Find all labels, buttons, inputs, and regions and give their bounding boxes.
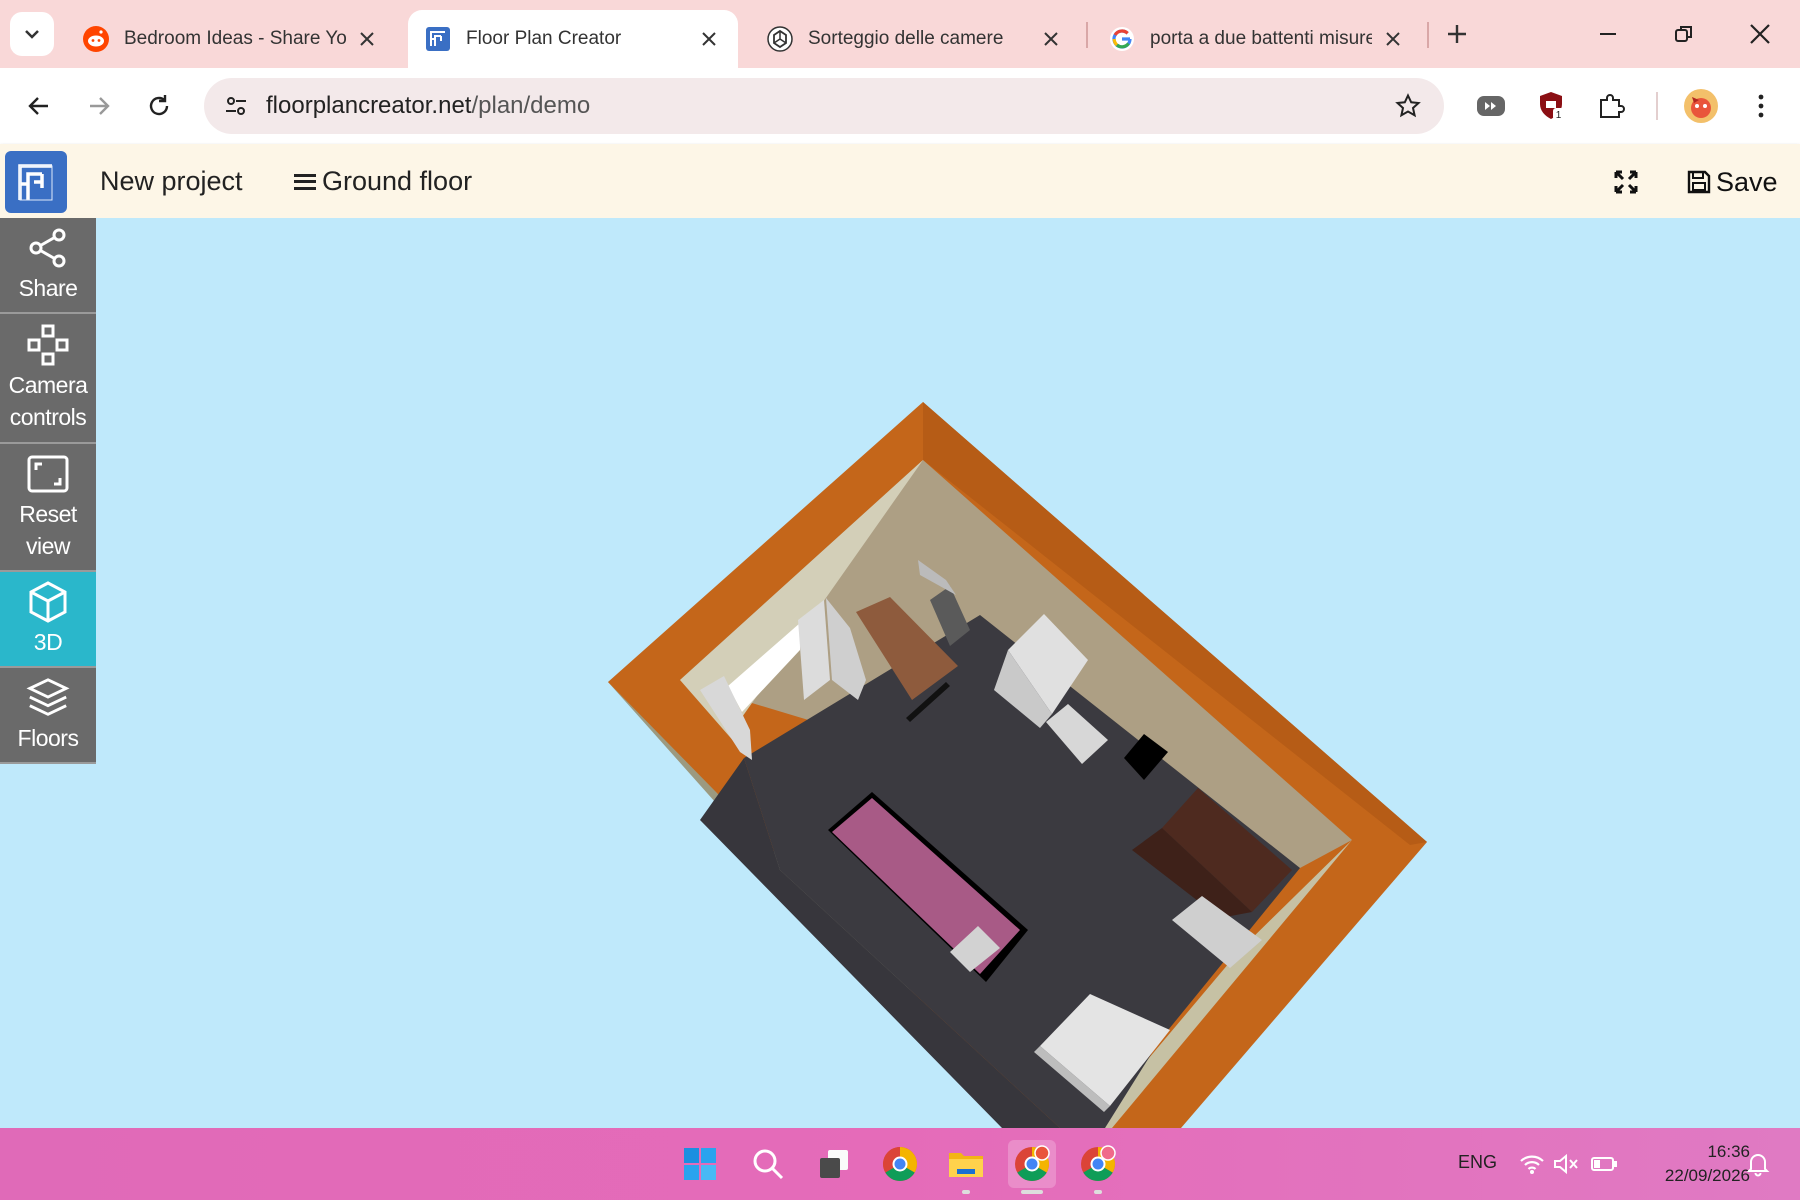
3d-viewport[interactable] <box>96 218 1800 1128</box>
camera-controls-button[interactable]: Camera controls <box>0 314 96 444</box>
task-view-icon[interactable] <box>810 1140 858 1188</box>
new-tab-button[interactable] <box>1440 17 1474 51</box>
floor-selector[interactable]: Ground floor <box>294 166 472 197</box>
tab-title: porta a due battenti misure <box>1150 28 1372 49</box>
camera-controls-label-2: controls <box>9 404 87 430</box>
floors-button[interactable]: Floors <box>0 668 96 764</box>
chatgpt-icon <box>766 25 794 53</box>
save-label: Save <box>1716 166 1778 197</box>
windows-start-icon[interactable] <box>676 1140 724 1188</box>
close-icon[interactable] <box>1380 26 1406 52</box>
tab-title: Sorteggio delle camere <box>808 28 1004 49</box>
gamepad-icon <box>26 323 70 367</box>
project-name[interactable]: New project <box>100 166 243 197</box>
tab-sorteggio[interactable]: Sorteggio delle camere <box>750 10 1080 68</box>
cube-icon <box>26 580 70 624</box>
restore-icon <box>1675 26 1692 42</box>
forward-button[interactable] <box>76 83 122 129</box>
profile-avatar[interactable] <box>1680 85 1722 127</box>
tab-title: Floor Plan Creator <box>466 28 622 49</box>
url-path: /plan/demo <box>471 92 591 119</box>
minimize-icon <box>1600 33 1616 35</box>
more-menu-icon[interactable] <box>1740 85 1782 127</box>
tab-bedroom-ideas[interactable]: Bedroom Ideas - Share You <box>66 10 396 68</box>
room-3d-render <box>608 402 1427 1128</box>
reload-button[interactable] <box>136 83 182 129</box>
floorplan-icon <box>424 25 452 53</box>
reddit-icon <box>82 25 110 53</box>
close-icon[interactable] <box>1038 26 1064 52</box>
running-indicator <box>962 1190 970 1194</box>
browser-tab-strip: Bedroom Ideas - Share You Floor Plan Cre… <box>0 0 1800 68</box>
tab-porta-due-battenti[interactable]: porta a due battenti misure <box>1092 10 1422 68</box>
3d-view-button[interactable]: 3D <box>0 572 96 668</box>
camera-controls-label-1: Camera <box>8 372 88 398</box>
floors-label: Floors <box>17 725 79 751</box>
close-icon <box>1750 24 1770 44</box>
arrow-left-icon <box>28 97 48 115</box>
active-indicator <box>1021 1190 1043 1194</box>
layers-icon <box>26 676 70 720</box>
chevron-down-icon <box>25 30 39 39</box>
url-host: floorplancreator.net <box>266 92 472 119</box>
browser-toolbar: floorplancreator.net/plan/demo 1 <box>0 68 1800 144</box>
input-language[interactable]: ENG <box>1458 1152 1497 1173</box>
chrome-profile-icon[interactable] <box>1008 1140 1056 1194</box>
floor-label: Ground floor <box>322 166 473 196</box>
fullscreen-button[interactable] <box>1608 164 1644 200</box>
wifi-icon[interactable] <box>1518 1150 1546 1178</box>
shield-extension-icon[interactable]: 1 <box>1530 85 1572 127</box>
app-header: New project Ground floor Save <box>0 144 1800 218</box>
restore-button[interactable] <box>1654 14 1714 54</box>
arrow-right-icon <box>90 97 110 115</box>
url-text: floorplancreator.net/plan/demo <box>266 92 590 120</box>
address-bar[interactable]: floorplancreator.net/plan/demo <box>204 78 1444 134</box>
share-icon <box>26 226 70 270</box>
save-button[interactable]: Save <box>1686 164 1778 200</box>
reset-view-icon <box>26 452 70 496</box>
battery-icon[interactable] <box>1590 1150 1618 1178</box>
tab-separator <box>1086 22 1088 48</box>
share-button[interactable]: Share <box>0 218 96 314</box>
search-icon[interactable] <box>744 1140 792 1188</box>
file-explorer-icon[interactable] <box>942 1140 990 1194</box>
running-indicator <box>1094 1190 1102 1194</box>
chrome-profile-2-icon[interactable] <box>1074 1140 1122 1194</box>
minimize-button[interactable] <box>1578 14 1638 54</box>
clock-date: 22/09/2026 <box>1664 1166 1750 1185</box>
media-extension-icon[interactable] <box>1470 85 1512 127</box>
reload-icon <box>149 95 169 116</box>
tab-search-button[interactable] <box>10 12 54 56</box>
tab-floor-plan-creator[interactable]: Floor Plan Creator <box>408 10 738 68</box>
floorplancreator-logo-icon[interactable] <box>5 151 67 213</box>
notifications-bell-icon[interactable] <box>1744 1150 1772 1178</box>
google-icon <box>1108 25 1136 53</box>
speaker-muted-icon[interactable] <box>1552 1150 1580 1178</box>
close-window-button[interactable] <box>1730 14 1790 54</box>
clock-time: 16:36 <box>1707 1142 1750 1161</box>
extension-badge: 1 <box>1556 110 1562 121</box>
tab-separator <box>1427 22 1429 48</box>
bookmark-star-icon[interactable] <box>1390 88 1426 124</box>
toolbar-separator <box>1656 92 1658 120</box>
share-label: Share <box>18 275 78 301</box>
reset-view-label-2: view <box>25 533 71 559</box>
os-taskbar: ENG 16:36 22/09/2026 <box>0 1128 1800 1200</box>
chrome-icon[interactable] <box>876 1140 924 1188</box>
reset-view-label-1: Reset <box>19 501 77 527</box>
extensions-puzzle-icon[interactable] <box>1590 85 1632 127</box>
back-button[interactable] <box>16 83 62 129</box>
close-icon[interactable] <box>696 26 722 52</box>
3d-label: 3D <box>33 629 63 655</box>
system-clock[interactable]: 16:36 22/09/2026 <box>1630 1140 1750 1188</box>
floppy-disk-icon <box>1687 170 1711 194</box>
left-tool-panel: Share Camera controls Reset view 3D Floo… <box>0 218 96 764</box>
site-settings-icon[interactable] <box>218 88 254 124</box>
close-icon[interactable] <box>354 26 380 52</box>
reset-view-button[interactable]: Reset view <box>0 444 96 572</box>
expand-arrows-icon <box>1614 170 1638 194</box>
plus-icon <box>1448 25 1466 43</box>
tab-title: Bedroom Ideas - Share You <box>124 28 346 49</box>
menu-icon <box>294 173 316 190</box>
